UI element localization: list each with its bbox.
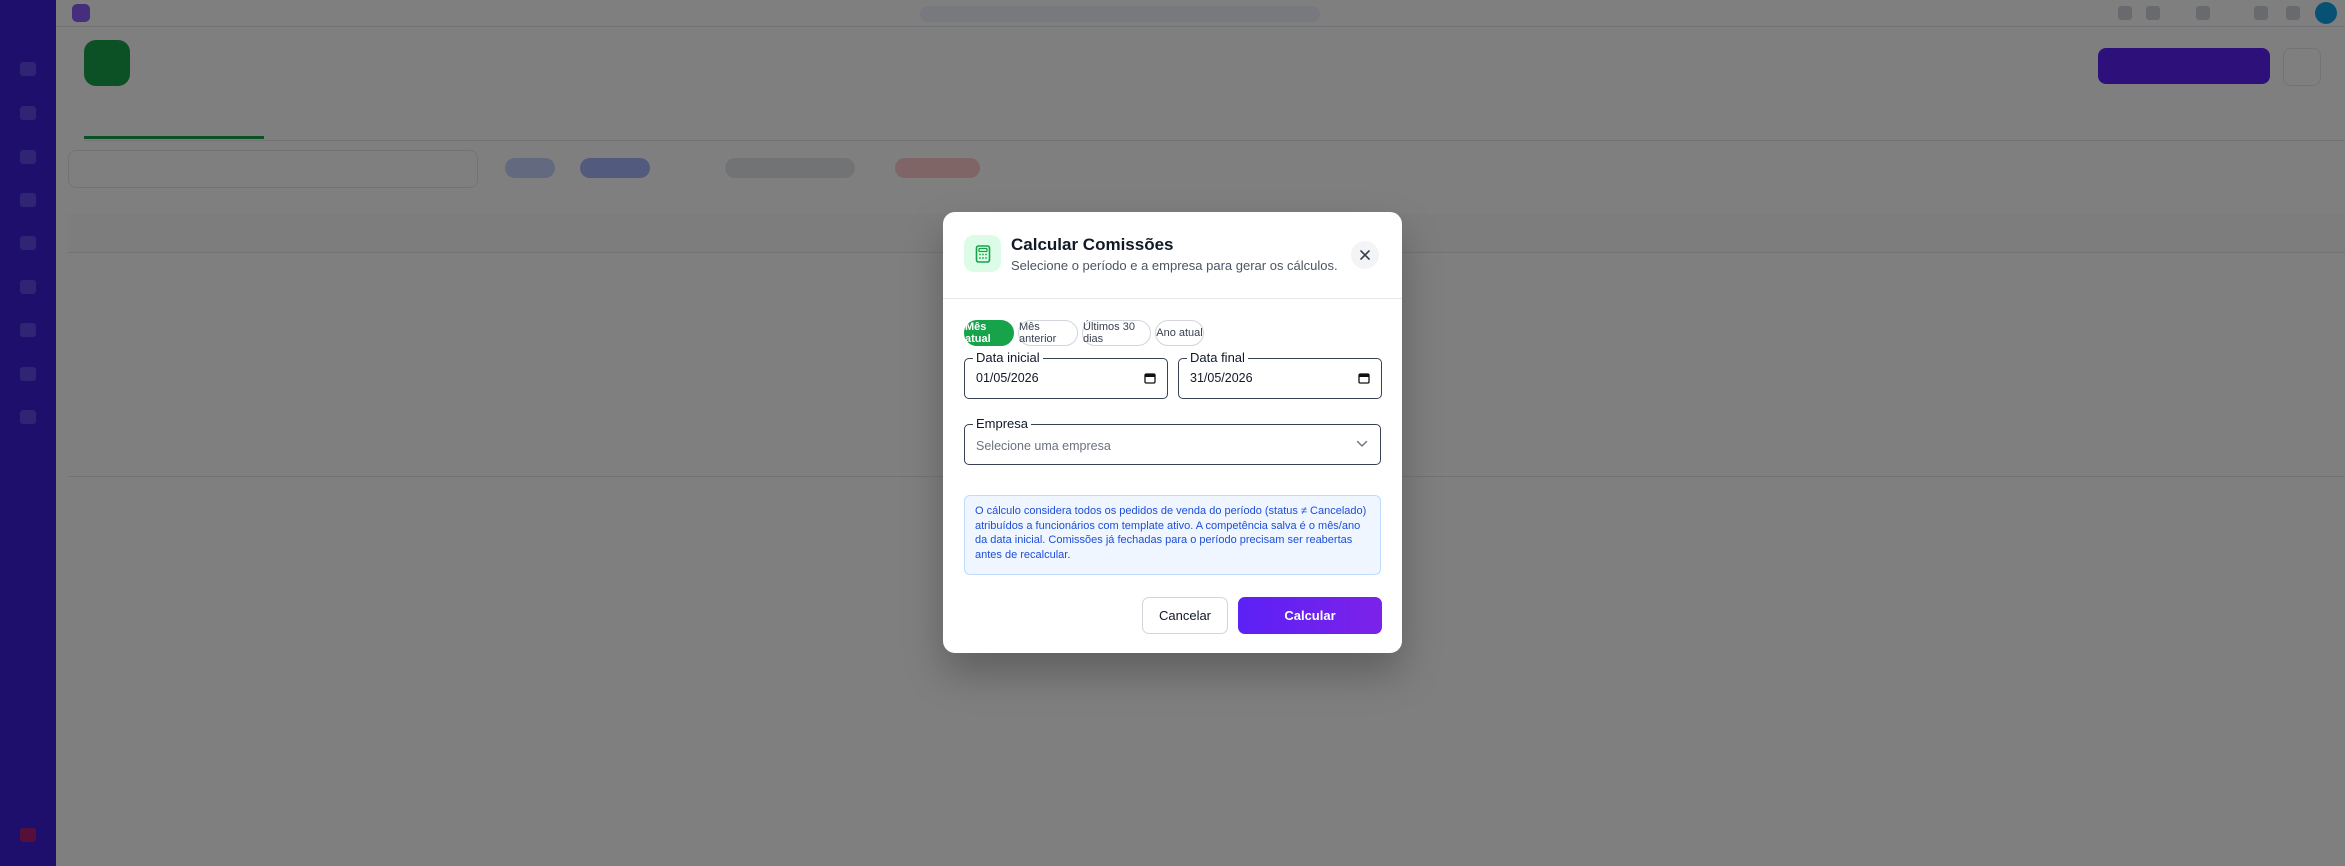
close-button[interactable] — [1351, 241, 1379, 269]
calendar-icon[interactable] — [1144, 372, 1156, 384]
preset-previous-month[interactable]: Mês anterior — [1018, 320, 1078, 346]
company-placeholder: Selecione uma empresa — [976, 439, 1111, 453]
chevron-down-icon — [1356, 440, 1368, 447]
dialog-title: Calcular Comissões — [1011, 235, 1174, 254]
start-date-field[interactable]: Data inicial 01/05/2026 — [964, 350, 1168, 399]
info-notice: O cálculo considera todos os pedidos de … — [964, 495, 1381, 575]
end-date-value[interactable]: 31/05/2026 — [1190, 371, 1253, 385]
dialog-header: Calcular Comissões Selecione o período e… — [943, 212, 1402, 299]
preset-current-year[interactable]: Ano atual — [1155, 320, 1204, 346]
calendar-icon[interactable] — [1358, 372, 1370, 384]
end-date-field[interactable]: Data final 31/05/2026 — [1178, 350, 1382, 399]
preset-current-month[interactable]: Mês atual — [964, 320, 1014, 346]
close-icon — [1360, 250, 1370, 260]
calculate-commissions-dialog: Calcular Comissões Selecione o período e… — [943, 212, 1402, 653]
cancel-button[interactable]: Cancelar — [1142, 597, 1228, 634]
calculator-icon — [964, 235, 1001, 272]
company-label: Empresa — [973, 416, 1032, 432]
company-select[interactable]: Empresa Selecione uma empresa — [964, 416, 1381, 465]
dialog-subtitle: Selecione o período e a empresa para ger… — [1011, 258, 1338, 273]
preset-last-30-days[interactable]: Últimos 30 dias — [1082, 320, 1151, 346]
start-date-value[interactable]: 01/05/2026 — [976, 371, 1039, 385]
start-date-label: Data inicial — [973, 350, 1043, 366]
calculate-button[interactable]: Calcular — [1238, 597, 1382, 634]
end-date-label: Data final — [1187, 350, 1248, 366]
